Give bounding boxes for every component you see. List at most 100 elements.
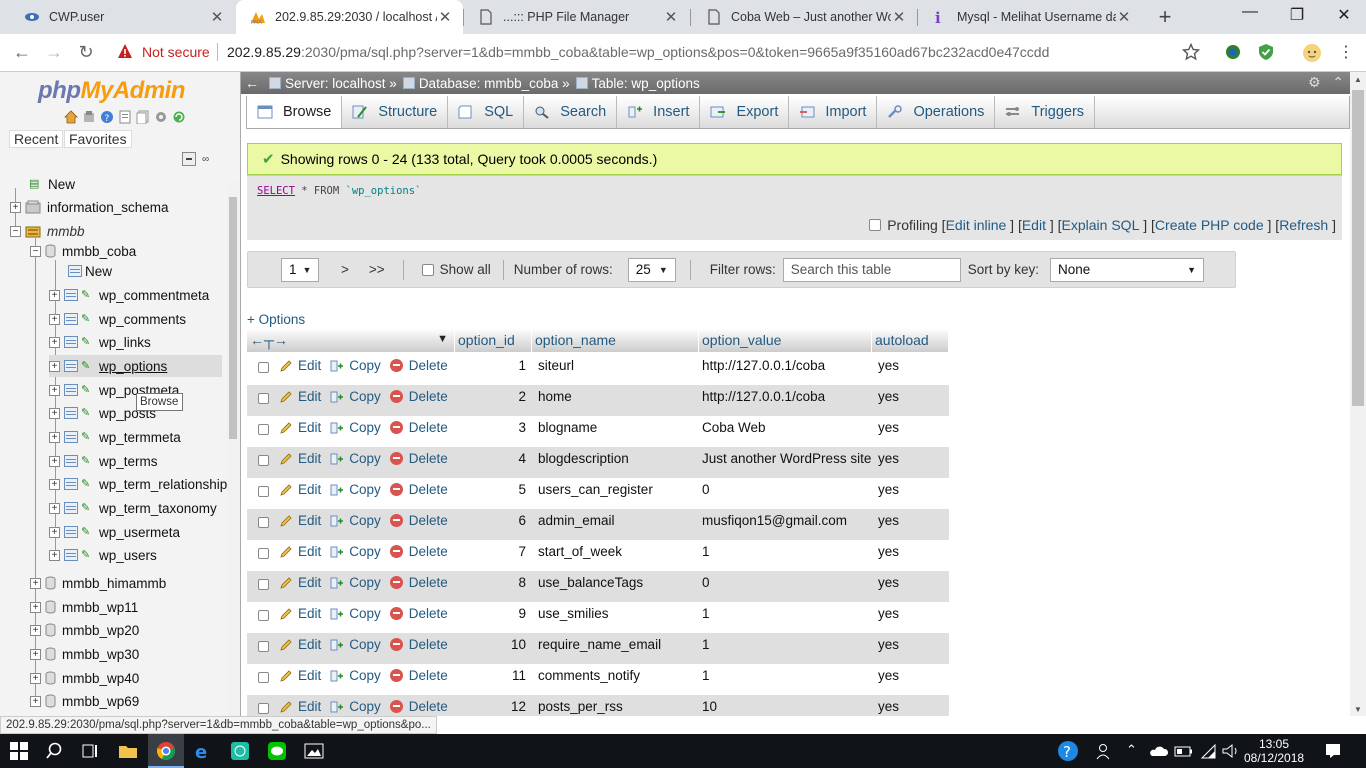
whatsapp-icon[interactable] bbox=[230, 741, 250, 761]
cell-option-name[interactable]: blogdescription bbox=[532, 451, 699, 466]
cell-option-name[interactable]: use_smilies bbox=[532, 606, 699, 621]
close-tab-icon[interactable]: ✕ bbox=[437, 8, 453, 26]
page-copy-icon[interactable] bbox=[136, 110, 150, 124]
copy-row-button[interactable]: Copy bbox=[330, 482, 381, 497]
expand-icon[interactable]: + bbox=[49, 336, 60, 348]
cell-autoload[interactable]: yes bbox=[872, 668, 949, 683]
phpmyadmin-logo[interactable]: phpMyAdmin bbox=[38, 77, 185, 105]
cell-option-value[interactable]: Just another WordPress site bbox=[699, 451, 872, 466]
expand-icon[interactable]: + bbox=[30, 672, 41, 684]
close-window-icon[interactable]: ✕ bbox=[1334, 5, 1354, 25]
delete-row-button[interactable]: Delete bbox=[389, 451, 448, 466]
reload-icon[interactable]: ↻ bbox=[75, 42, 97, 62]
tree-table-wp-termmeta[interactable]: + ✎ wp_termmeta bbox=[49, 426, 181, 448]
delete-row-button[interactable]: Delete bbox=[389, 637, 448, 652]
cell-option-name[interactable]: users_can_register bbox=[532, 482, 699, 497]
cell-option-id[interactable]: 12 bbox=[455, 699, 532, 714]
profiling-checkbox[interactable] bbox=[869, 219, 882, 231]
tree-table-wp-comments[interactable]: + ✎ wp_comments bbox=[49, 308, 186, 330]
table-structure-icon[interactable]: ✎ bbox=[81, 407, 95, 419]
header-option-id[interactable]: option_id bbox=[455, 328, 532, 352]
table-icon[interactable] bbox=[64, 360, 78, 372]
next-page-button[interactable]: > bbox=[341, 262, 349, 277]
cell-autoload[interactable]: yes bbox=[872, 606, 949, 621]
cell-autoload[interactable]: yes bbox=[872, 699, 949, 714]
tree-table-wp-term-taxonomy[interactable]: + ✎ wp_term_taxonomy bbox=[49, 497, 217, 519]
cell-option-name[interactable]: start_of_week bbox=[532, 544, 699, 559]
windows-start-icon[interactable] bbox=[10, 742, 28, 760]
tree-db-mmbb-wp69[interactable]: + mmbb_wp69 bbox=[30, 690, 139, 712]
sidebar-scrollbar-thumb[interactable] bbox=[229, 197, 237, 439]
table-structure-icon[interactable]: ✎ bbox=[81, 313, 95, 325]
expand-icon[interactable]: + bbox=[49, 526, 60, 538]
table-structure-icon[interactable]: ✎ bbox=[81, 431, 95, 443]
cell-option-id[interactable]: 1 bbox=[455, 358, 532, 373]
docs-icon[interactable] bbox=[118, 110, 132, 124]
expand-icon[interactable]: + bbox=[49, 384, 60, 396]
task-view-icon[interactable] bbox=[80, 741, 100, 761]
row-checkbox[interactable] bbox=[258, 486, 269, 497]
copy-row-button[interactable]: Copy bbox=[330, 575, 381, 590]
table-icon[interactable] bbox=[64, 289, 78, 301]
cell-option-value[interactable]: http://127.0.0.1/coba bbox=[699, 358, 872, 373]
row-checkbox[interactable] bbox=[258, 455, 269, 466]
bookmark-star-icon[interactable] bbox=[1182, 43, 1200, 61]
table-structure-icon[interactable]: ✎ bbox=[81, 384, 95, 396]
tab-structure[interactable]: Structure bbox=[342, 96, 449, 128]
battery-icon[interactable] bbox=[1174, 741, 1194, 761]
restore-icon[interactable]: ❐ bbox=[1287, 5, 1307, 25]
edit-row-button[interactable]: Edit bbox=[279, 420, 321, 435]
copy-row-button[interactable]: Copy bbox=[330, 637, 381, 652]
breadcrumb-database[interactable]: Database: mmbb_coba » bbox=[402, 76, 570, 91]
edit-row-button[interactable]: Edit bbox=[279, 513, 321, 528]
cell-option-name[interactable]: posts_per_rss bbox=[532, 699, 699, 714]
breadcrumb-server[interactable]: Server: localhost » bbox=[269, 76, 397, 91]
sql-keyword-select[interactable]: SELECT bbox=[257, 185, 295, 197]
row-checkbox[interactable] bbox=[258, 610, 269, 621]
tree-table-wp-usermeta[interactable]: + ✎ wp_usermeta bbox=[49, 521, 180, 543]
cell-option-name[interactable]: admin_email bbox=[532, 513, 699, 528]
browser-menu-icon[interactable]: ⋮ bbox=[1335, 43, 1357, 63]
tab-sql[interactable]: SQL bbox=[448, 96, 525, 128]
cell-option-value[interactable]: 1 bbox=[699, 606, 872, 621]
cell-option-name[interactable]: require_name_email bbox=[532, 637, 699, 652]
expand-icon[interactable]: + bbox=[30, 601, 41, 613]
cell-option-value[interactable]: 0 bbox=[699, 575, 872, 590]
tree-new-database[interactable]: ▤ New bbox=[29, 173, 75, 195]
chrome-icon[interactable] bbox=[156, 741, 176, 761]
tab-cwp-user[interactable]: CWP.user ✕ bbox=[10, 0, 235, 34]
table-structure-icon[interactable]: ✎ bbox=[81, 478, 95, 490]
collapse-top-icon[interactable]: ⌃ bbox=[1332, 74, 1344, 90]
settings-gear-icon[interactable]: ⚙ bbox=[1308, 74, 1321, 90]
copy-row-button[interactable]: Copy bbox=[330, 389, 381, 404]
wifi-icon[interactable] bbox=[1198, 741, 1218, 761]
table-icon[interactable] bbox=[64, 502, 78, 514]
row-checkbox[interactable] bbox=[258, 548, 269, 559]
expand-icon[interactable]: + bbox=[49, 360, 60, 372]
tree-db-mmbb-wp11[interactable]: + mmbb_wp11 bbox=[30, 596, 138, 618]
row-checkbox[interactable] bbox=[258, 641, 269, 652]
cell-autoload[interactable]: yes bbox=[872, 482, 949, 497]
scroll-down-icon[interactable]: ▼ bbox=[1350, 705, 1366, 714]
tree-db-mmbb-wp30[interactable]: + mmbb_wp30 bbox=[30, 643, 139, 665]
expand-icon[interactable]: + bbox=[30, 695, 41, 707]
onedrive-icon[interactable] bbox=[1149, 741, 1169, 761]
back-icon[interactable]: ← bbox=[11, 42, 33, 62]
tab-mysql[interactable]: i Mysql - Melihat Username dan ✕ bbox=[918, 0, 1142, 34]
copy-row-button[interactable]: Copy bbox=[330, 544, 381, 559]
expand-icon[interactable]: + bbox=[49, 289, 60, 301]
delete-row-button[interactable]: Delete bbox=[389, 699, 448, 714]
search-icon[interactable] bbox=[46, 741, 66, 761]
sort-dropdown-icon[interactable]: ▼ bbox=[437, 333, 448, 345]
tree-db-mmbb-himammb[interactable]: + mmbb_himammb bbox=[30, 572, 166, 594]
table-icon[interactable] bbox=[64, 407, 78, 419]
copy-row-button[interactable]: Copy bbox=[330, 668, 381, 683]
not-secure-label[interactable]: Not secure bbox=[142, 44, 210, 60]
edge-icon[interactable]: e bbox=[193, 741, 213, 761]
edit-row-button[interactable]: Edit bbox=[279, 637, 321, 652]
logout-icon[interactable] bbox=[82, 110, 96, 124]
cell-option-id[interactable]: 8 bbox=[455, 575, 532, 590]
table-icon[interactable] bbox=[64, 526, 78, 538]
collapse-all-button[interactable] bbox=[182, 152, 196, 166]
close-tab-icon[interactable]: ✕ bbox=[209, 8, 225, 26]
